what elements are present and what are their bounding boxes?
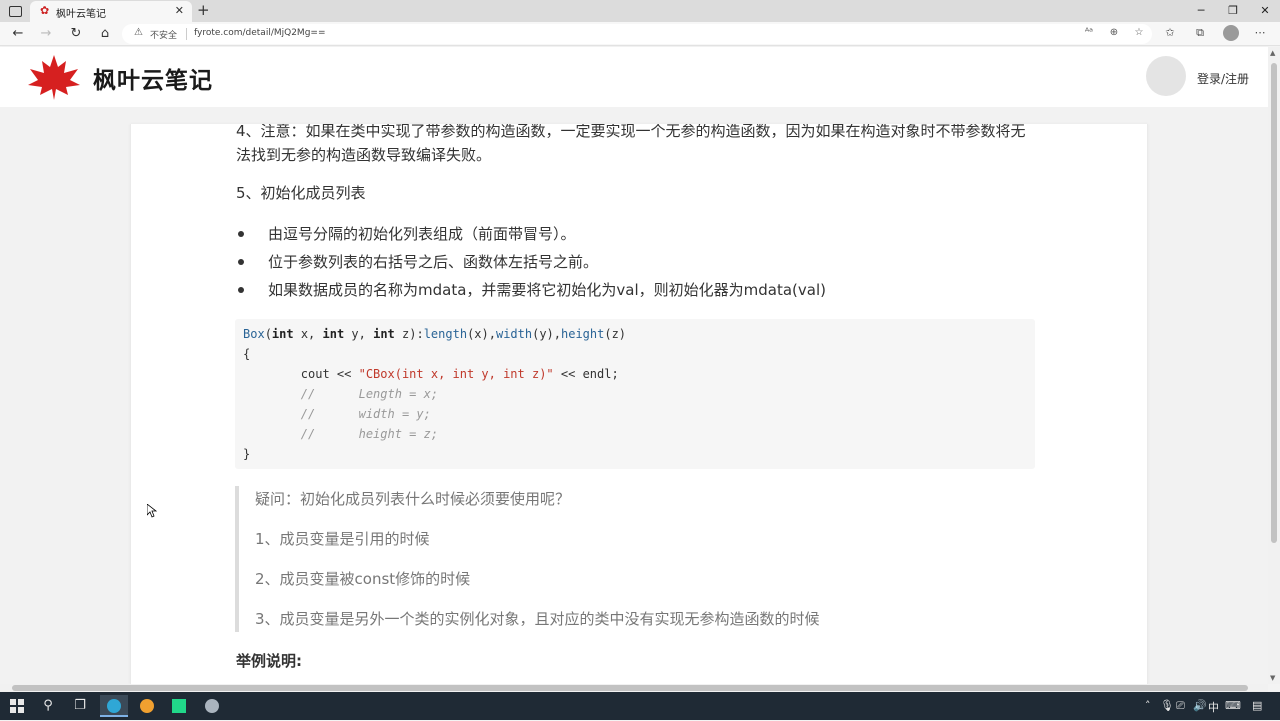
maple-leaf-logo-icon[interactable]: [26, 53, 82, 101]
profile-icon[interactable]: [1223, 25, 1239, 41]
new-tab-button[interactable]: +: [197, 1, 210, 19]
url-text[interactable]: fyrote.com/detail/MjQ2Mg==: [194, 28, 326, 38]
article-body: 4、注意：如果在类中实现了带参数的构造函数，一定要实现一个无参的构造函数，因为如…: [130, 124, 1148, 684]
taskbar: ⚲ ❐ ˄ 🎙 ⎚ 🔊 中 ⌨ ▤: [0, 692, 1280, 720]
ime-indicator[interactable]: 中: [1208, 699, 1219, 715]
quote-line: 3、成员变量是另外一个类的实例化对象，且对应的类中没有实现无参构造函数的时候: [255, 610, 820, 628]
reload-icon[interactable]: ↻: [67, 25, 85, 43]
minimize-button[interactable]: ─: [1186, 2, 1216, 20]
close-window-button[interactable]: ✕: [1250, 2, 1280, 20]
more-icon[interactable]: ⋯: [1252, 26, 1268, 39]
code-comment: // height = z;: [243, 427, 439, 441]
scroll-down-icon[interactable]: ▼: [1270, 674, 1275, 682]
favorites-icon[interactable]: ✩: [1162, 26, 1178, 39]
browser-tab[interactable]: ✿ 枫叶云笔记 ✕: [30, 1, 192, 22]
horizontal-scrollbar[interactable]: [0, 684, 1268, 692]
divider: [186, 28, 187, 40]
browser-toolbar: ← → ↻ ⌂ ⚠ 不安全 fyrote.com/detail/MjQ2Mg==…: [0, 22, 1280, 46]
microphone-icon[interactable]: 🎙: [1160, 699, 1174, 712]
collections-icon[interactable]: ⧉: [1192, 26, 1208, 40]
network-icon[interactable]: ⎚: [1176, 699, 1185, 713]
app-orange-icon[interactable]: [133, 695, 161, 717]
tab-strip: ✿ 枫叶云笔记 ✕ + ─ ❐ ✕: [0, 0, 1280, 22]
list-item: 如果数据成员的名称为mdata，并需要将它初始化为val，则初始化器为mdata…: [238, 279, 826, 300]
code-line: cout << "CBox(int x, int y, int z)" << e…: [243, 367, 619, 381]
read-aloud-icon[interactable]: ᴬᵃ: [1082, 27, 1096, 38]
notification-icon[interactable]: ▤: [1252, 699, 1262, 712]
keyboard-icon[interactable]: ⌨: [1225, 699, 1241, 712]
section-heading: 5、初始化成员列表: [236, 184, 366, 202]
code-line: Box(int x, int y, int z):length(x),width…: [243, 327, 627, 341]
avatar[interactable]: [1146, 56, 1186, 96]
security-label[interactable]: 不安全: [150, 28, 177, 41]
vertical-scrollbar[interactable]: ▲ ▼: [1268, 47, 1280, 684]
login-register-link[interactable]: 登录/注册: [1197, 70, 1249, 87]
code-block: Box(int x, int y, int z):length(x),width…: [235, 319, 1035, 469]
scrollbar-thumb[interactable]: [12, 685, 1248, 691]
code-comment: // width = y;: [243, 407, 431, 421]
tab-close-icon[interactable]: ✕: [175, 4, 184, 17]
warning-icon[interactable]: ⚠: [134, 27, 143, 38]
windows-start-icon[interactable]: [10, 699, 24, 713]
list-item-text: 由逗号分隔的初始化列表组成（前面带冒号）。: [268, 225, 576, 243]
search-icon[interactable]: ⚲: [34, 695, 62, 717]
site-header: 枫叶云笔记 登录/注册: [0, 47, 1268, 107]
edge-icon[interactable]: [100, 695, 128, 717]
blockquote: 疑问：初始化成员列表什么时候必须要使用呢？ 1、成员变量是引用的时候 2、成员变…: [235, 486, 1035, 632]
zoom-icon[interactable]: ⊕: [1107, 27, 1121, 38]
forward-icon[interactable]: →: [37, 25, 55, 43]
back-icon[interactable]: ←: [9, 25, 27, 43]
list-item: 由逗号分隔的初始化列表组成（前面带冒号）。: [238, 223, 576, 244]
code-line: }: [243, 447, 251, 461]
list-item-text: 如果数据成员的名称为mdata，并需要将它初始化为val，则初始化器为mdata…: [268, 281, 826, 299]
scroll-up-icon[interactable]: ▲: [1270, 49, 1275, 57]
task-view-icon[interactable]: ❐: [66, 695, 94, 717]
volume-icon[interactable]: 🔊: [1193, 699, 1207, 712]
quote-line: 1、成员变量是引用的时候: [255, 530, 430, 548]
list-item: 位于参数列表的右括号之后、函数体左括号之前。: [237, 251, 599, 272]
site-logo-text[interactable]: 枫叶云笔记: [93, 61, 213, 95]
example-heading: 举例说明:: [236, 652, 302, 670]
jetbrains-icon[interactable]: [165, 695, 193, 717]
home-icon[interactable]: ⌂: [96, 25, 114, 43]
tray-chevron-icon[interactable]: ˄: [1145, 699, 1151, 712]
maple-leaf-favicon-icon: ✿: [40, 4, 50, 17]
tab-actions-icon[interactable]: [6, 3, 24, 19]
scrollbar-thumb[interactable]: [1271, 63, 1277, 543]
note-paragraph: 4、注意：如果在类中实现了带参数的构造函数，一定要实现一个无参的构造函数，因为如…: [236, 124, 1026, 164]
favorite-add-icon[interactable]: ☆: [1132, 27, 1146, 38]
app-gray-icon[interactable]: [198, 695, 226, 717]
address-bar[interactable]: ⚠ 不安全 fyrote.com/detail/MjQ2Mg== ᴬᵃ ⊕ ☆: [122, 24, 1152, 44]
mouse-cursor-icon: [147, 504, 157, 518]
code-comment: // Length = x;: [243, 387, 439, 401]
maximize-button[interactable]: ❐: [1218, 2, 1248, 20]
quote-line: 2、成员变量被const修饰的时候: [255, 570, 471, 588]
quote-question: 疑问：初始化成员列表什么时候必须要使用呢？: [255, 490, 571, 508]
tab-title: 枫叶云笔记: [56, 9, 106, 20]
list-item-text: 位于参数列表的右括号之后、函数体左括号之前。: [268, 253, 599, 271]
code-line: {: [243, 347, 251, 361]
